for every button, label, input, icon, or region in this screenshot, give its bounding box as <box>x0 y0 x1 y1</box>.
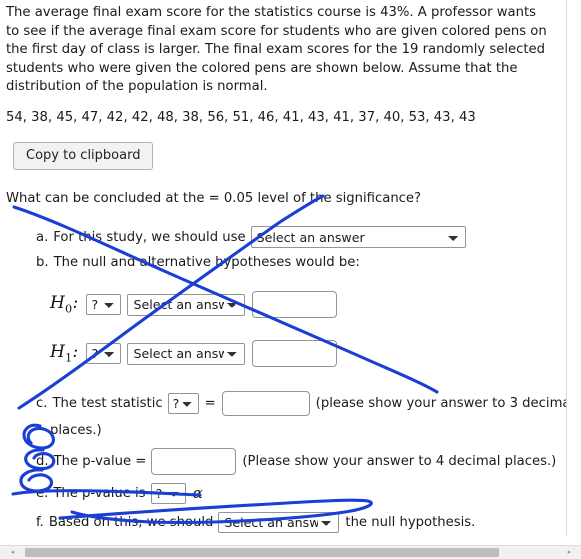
page-viewport: The average final exam score for the sta… <box>0 0 566 536</box>
h1-value-input[interactable] <box>252 340 338 368</box>
item-d-input[interactable] <box>151 448 237 476</box>
item-c-note-cont: places.) <box>50 423 102 439</box>
h0-value-input[interactable] <box>252 291 338 319</box>
item-b-text: The null and alternative hypotheses woul… <box>53 255 360 271</box>
horizontal-scrollbar[interactable]: ◂ ▸ <box>0 545 581 559</box>
item-e-operator-select[interactable]: ? <box>150 483 186 505</box>
item-e-row: e. The p-value is ? α <box>36 483 562 505</box>
item-e-marker: e. <box>36 486 49 502</box>
item-f-row: f. Based on this, we should Select an an… <box>36 512 562 534</box>
item-c-note-cont-row: places.) <box>50 422 562 439</box>
alpha-symbol: α <box>192 484 203 503</box>
h0-symbol: H0: <box>50 293 79 316</box>
item-a-row: a. For this study, we should use Select … <box>36 226 562 249</box>
significance-question: What can be concluded at the = 0.05 leve… <box>6 190 422 206</box>
scroll-left-arrow-icon[interactable]: ◂ <box>9 549 16 556</box>
item-c-row: c. The test statistic ? = (please show y… <box>36 391 566 417</box>
item-d-row: d. The p-value = (Please show your answe… <box>36 448 562 476</box>
viewport-gutter <box>567 0 581 536</box>
item-d-text: The p-value = <box>53 454 147 470</box>
h1-operator-select[interactable]: ? <box>86 343 122 365</box>
item-f-select[interactable]: Select an answer <box>218 512 340 534</box>
item-a-text: For this study, we should use <box>53 229 246 245</box>
horizontal-scrollbar-thumb[interactable] <box>25 548 499 557</box>
item-b-row: b. The null and alternative hypotheses w… <box>36 254 562 271</box>
h0-answer-select[interactable]: Select an answer <box>127 293 246 316</box>
item-d-marker: d. <box>36 454 49 470</box>
worksheet-content: The average final exam score for the sta… <box>6 0 566 536</box>
item-f-text-after: the null hypothesis. <box>345 515 476 531</box>
item-f-marker: f. <box>36 515 44 531</box>
item-f-text: Based on this, we should <box>48 515 214 531</box>
h1-symbol: H1: <box>50 342 79 365</box>
item-c-text: The test statistic <box>52 396 163 412</box>
h1-answer-select[interactable]: Select an answer <box>127 342 246 365</box>
h0-operator-select[interactable]: ? <box>86 294 122 316</box>
item-d-note: (Please show your answer to 4 decimal pl… <box>242 454 557 470</box>
item-e-text: The p-value is <box>53 486 146 502</box>
copy-to-clipboard-button[interactable]: Copy to clipboard <box>13 141 154 170</box>
problem-statement: The average final exam score for the sta… <box>6 5 547 95</box>
item-b-marker: b. <box>36 255 49 271</box>
item-a-marker: a. <box>36 229 49 245</box>
item-c-equals: = <box>204 396 216 412</box>
item-c-operator-select[interactable]: ? <box>167 393 199 415</box>
item-c-input[interactable] <box>221 391 310 417</box>
h0-row: H0: ? Select an answer <box>50 291 562 319</box>
item-c-note: (please show your answer to 3 decimal <box>315 396 566 412</box>
scroll-right-arrow-icon[interactable]: ▸ <box>566 549 573 556</box>
item-a-select[interactable]: Select an answer <box>250 226 466 249</box>
item-c-marker: c. <box>36 396 48 412</box>
h1-row: H1: ? Select an answer <box>50 340 562 368</box>
data-values-line: 54, 38, 45, 47, 42, 42, 48, 38, 56, 51, … <box>6 109 476 125</box>
